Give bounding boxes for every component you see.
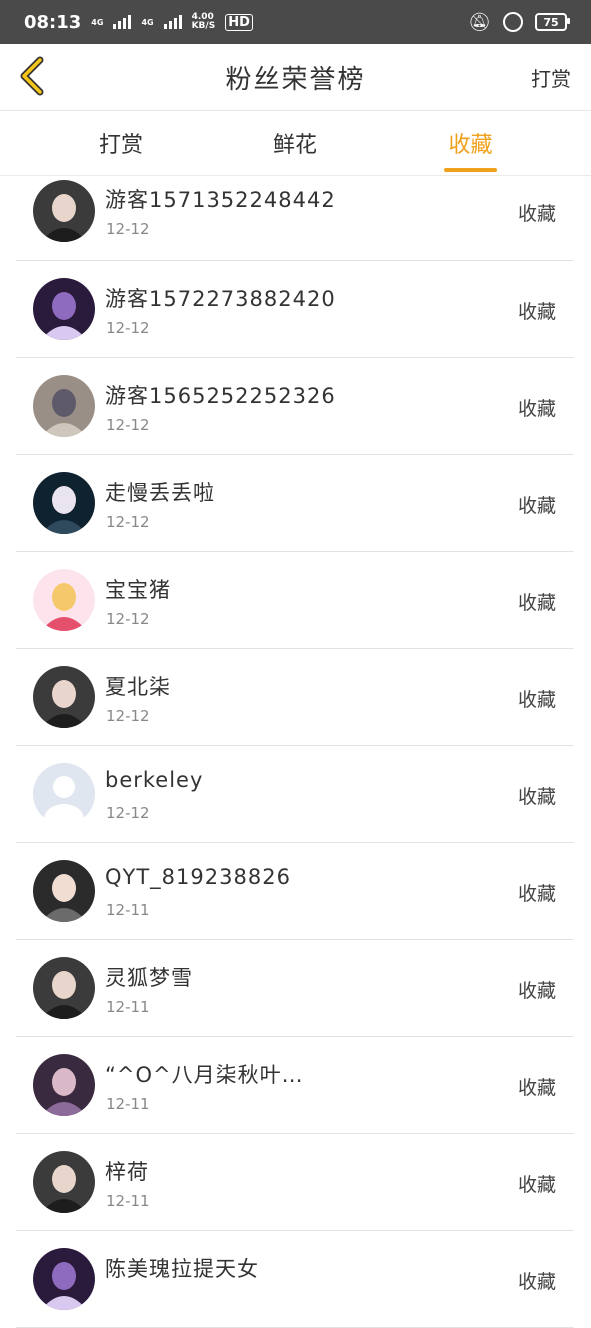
- fan-date: 12-12: [106, 804, 150, 822]
- fan-action-label: 收藏: [517, 689, 556, 711]
- fan-action-label: 收藏: [517, 1174, 556, 1196]
- list-item[interactable]: 游客1572273882420 12-12 收藏: [16, 261, 574, 358]
- avatar[interactable]: [33, 1054, 95, 1116]
- network-label-2: 4G: [141, 17, 154, 27]
- default-avatar-icon[interactable]: [33, 763, 95, 825]
- fan-action-label: 收藏: [517, 883, 556, 905]
- tab-label: 打赏: [98, 133, 143, 158]
- fan-date: 12-12: [106, 513, 150, 531]
- fan-name: 夏北柒: [105, 675, 171, 699]
- signal-icon-2: [163, 15, 182, 29]
- list-item[interactable]: 宝宝猪 12-12 收藏: [16, 552, 574, 649]
- avatar[interactable]: [33, 1248, 95, 1310]
- list-item[interactable]: 走慢丢丢啦 12-12 收藏: [16, 455, 574, 552]
- fan-name: 游客1572273882420: [105, 287, 336, 311]
- page-title: 粉丝荣誉榜: [225, 64, 366, 95]
- fan-date: 12-11: [106, 998, 150, 1016]
- fan-date: 12-12: [106, 416, 150, 434]
- status-bar: 08:13 4G 4G 4.00 KB/S HD 🔕︎ 75: [0, 0, 591, 44]
- avatar[interactable]: [33, 666, 95, 728]
- list-item[interactable]: QYT_819238826 12-11 收藏: [16, 843, 574, 940]
- fan-action-label: 收藏: [517, 592, 556, 614]
- fan-action-label: 收藏: [517, 203, 556, 225]
- back-arrow-icon[interactable]: [14, 56, 54, 96]
- avatar[interactable]: [33, 375, 95, 437]
- fan-date: 12-12: [106, 707, 150, 725]
- list-item[interactable]: 游客1571352248442 12-12 收藏: [16, 175, 574, 261]
- fan-date: 12-11: [106, 1192, 150, 1210]
- list-item[interactable]: 游客1565252252326 12-12 收藏: [16, 358, 574, 455]
- list-item[interactable]: 灵狐梦雪 12-11 收藏: [16, 940, 574, 1037]
- fan-name: 走慢丢丢啦: [105, 481, 215, 505]
- avatar[interactable]: [33, 957, 95, 1019]
- fan-name: berkeley: [105, 768, 204, 792]
- avatar[interactable]: [33, 278, 95, 340]
- fan-date: 12-11: [106, 1095, 150, 1113]
- network-speed: 4.00 KB/S: [191, 12, 216, 31]
- active-tab-indicator: [444, 168, 497, 172]
- fan-name: 灵狐梦雪: [105, 966, 193, 990]
- tab-label: 收藏: [448, 133, 493, 158]
- fan-name: “^O^八月柒秋叶…: [105, 1063, 304, 1087]
- fan-name: 陈美瑰拉提天女: [105, 1257, 259, 1281]
- fan-date: 12-12: [106, 610, 150, 628]
- list-item[interactable]: berkeley 12-12 收藏: [16, 746, 574, 843]
- list-item[interactable]: 夏北柒 12-12 收藏: [16, 649, 574, 746]
- fan-name: 宝宝猪: [105, 578, 171, 602]
- fan-date: 12-12: [106, 220, 150, 238]
- list-item[interactable]: “^O^八月柒秋叶… 12-11 收藏: [16, 1037, 574, 1134]
- tab-favorites[interactable]: 收藏: [444, 111, 497, 175]
- tab-label: 鲜花: [272, 133, 317, 158]
- fan-action-label: 收藏: [517, 980, 556, 1002]
- fan-list: 游客1571352248442 12-12 收藏 游客1572273882420 12-…: [16, 175, 574, 1328]
- fan-action-label: 收藏: [517, 1077, 556, 1099]
- network-label-1: 4G: [91, 17, 104, 27]
- battery-icon: 75: [535, 13, 570, 31]
- fan-name: 游客1565252252326: [105, 384, 336, 408]
- signal-icon: [113, 15, 132, 29]
- avatar[interactable]: [33, 860, 95, 922]
- tab-bar: 打赏 鲜花 收藏: [0, 111, 591, 176]
- avatar[interactable]: [33, 472, 95, 534]
- avatar[interactable]: [33, 569, 95, 631]
- app-header: 粉丝荣誉榜 打赏: [0, 44, 591, 111]
- tab-tip[interactable]: 打赏: [90, 111, 152, 175]
- fan-name: 梓荷: [105, 1160, 149, 1184]
- fan-name: 游客1571352248442: [105, 188, 336, 212]
- fan-action-label: 收藏: [517, 495, 556, 517]
- fan-name: QYT_819238826: [105, 865, 291, 889]
- avatar[interactable]: [33, 1151, 95, 1213]
- fan-date: 12-11: [106, 901, 150, 919]
- fan-action-label: 收藏: [517, 301, 556, 323]
- tab-flowers[interactable]: 鲜花: [264, 111, 326, 175]
- rotation-lock-icon: [503, 12, 523, 32]
- fan-action-label: 收藏: [517, 1271, 556, 1293]
- avatar[interactable]: [33, 180, 95, 242]
- status-time: 08:13: [24, 11, 82, 33]
- mute-bell-icon: 🔕︎: [468, 11, 491, 33]
- fan-action-label: 收藏: [517, 786, 556, 808]
- fan-action-label: 收藏: [517, 398, 556, 420]
- fan-date: 12-12: [106, 319, 150, 337]
- list-item[interactable]: 梓荷 12-11 收藏: [16, 1134, 574, 1231]
- tip-button[interactable]: 打赏: [531, 63, 571, 92]
- wifi-hd-icon: HD: [225, 13, 253, 31]
